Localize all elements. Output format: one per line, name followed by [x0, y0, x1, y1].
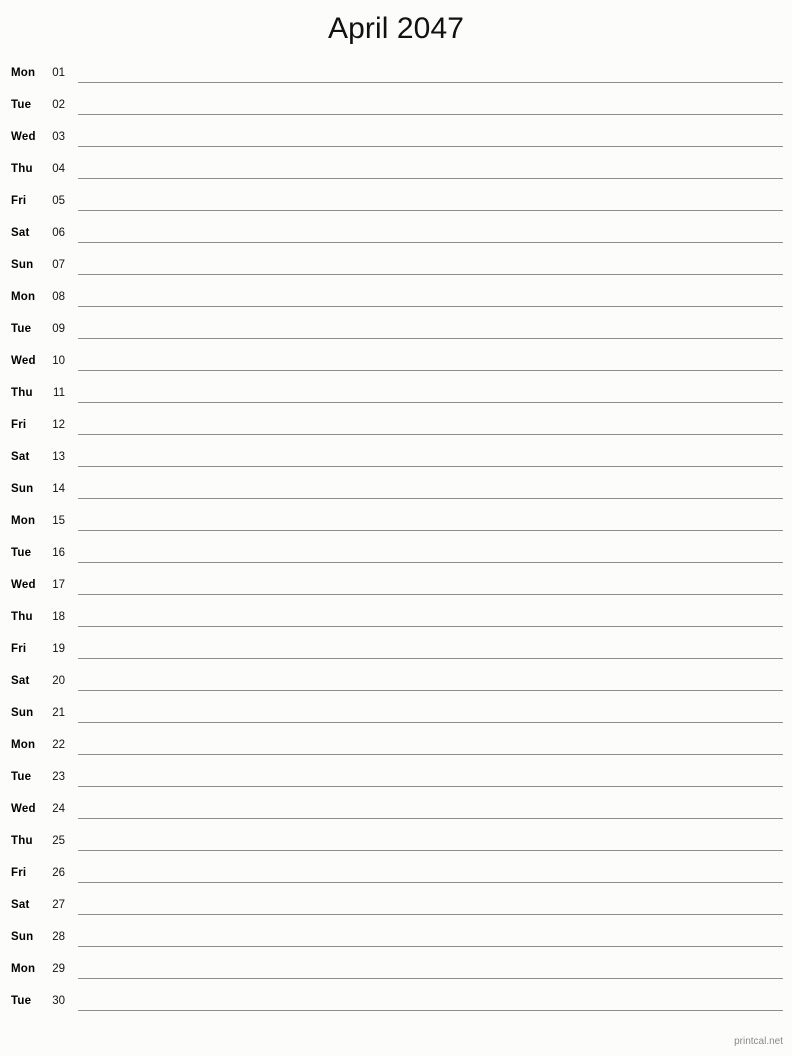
- day-writing-line[interactable]: [78, 434, 783, 435]
- day-row-list: Mon 01 Tue 02 Wed 03 Thu 04 Fri 05 Sat 06 Sun 07 Mon 08…: [0, 60, 792, 1020]
- day-row: Tue 02: [0, 92, 792, 124]
- day-number-label: 30: [52, 995, 65, 1007]
- day-number-label: 26: [52, 867, 65, 879]
- day-number-label: 13: [52, 451, 65, 463]
- day-number-label: 18: [52, 611, 65, 623]
- day-number-label: 11: [53, 387, 65, 399]
- day-number-label: 07: [52, 259, 65, 271]
- day-row: Wed 17: [0, 572, 792, 604]
- day-row: Thu 18: [0, 604, 792, 636]
- day-writing-line[interactable]: [78, 306, 783, 307]
- day-row: Sun 21: [0, 700, 792, 732]
- calendar-page: April 2047 Mon 01 Tue 02 Wed 03 Thu 04 Fri 05 Sat 0…: [0, 0, 792, 1056]
- day-number-label: 02: [52, 99, 65, 111]
- day-number-label: 23: [52, 771, 65, 783]
- day-writing-line[interactable]: [78, 402, 783, 403]
- day-writing-line[interactable]: [78, 754, 783, 755]
- day-row: Fri 19: [0, 636, 792, 668]
- day-writing-line[interactable]: [78, 786, 783, 787]
- day-row: Tue 30: [0, 988, 792, 1020]
- day-row: Sun 28: [0, 924, 792, 956]
- day-number-label: 03: [52, 131, 65, 143]
- day-writing-line[interactable]: [78, 594, 783, 595]
- day-row: Tue 09: [0, 316, 792, 348]
- day-number-label: 15: [52, 515, 65, 527]
- day-row: Mon 29: [0, 956, 792, 988]
- day-writing-line[interactable]: [78, 626, 783, 627]
- day-row: Fri 05: [0, 188, 792, 220]
- day-writing-line[interactable]: [78, 466, 783, 467]
- day-number-label: 25: [52, 835, 65, 847]
- day-row: Sun 07: [0, 252, 792, 284]
- day-number-label: 29: [52, 963, 65, 975]
- day-number-label: 12: [52, 419, 65, 431]
- day-writing-line[interactable]: [78, 146, 783, 147]
- day-writing-line[interactable]: [78, 658, 783, 659]
- day-writing-line[interactable]: [78, 722, 783, 723]
- day-row: Thu 04: [0, 156, 792, 188]
- day-number-label: 14: [52, 483, 65, 495]
- day-number-label: 17: [52, 579, 65, 591]
- day-row: Mon 08: [0, 284, 792, 316]
- day-writing-line[interactable]: [78, 562, 783, 563]
- day-writing-line[interactable]: [78, 274, 783, 275]
- day-row: Mon 15: [0, 508, 792, 540]
- day-writing-line[interactable]: [78, 850, 783, 851]
- day-number-label: 16: [52, 547, 65, 559]
- day-number-label: 24: [52, 803, 65, 815]
- day-number-label: 21: [52, 707, 65, 719]
- day-writing-line[interactable]: [78, 914, 783, 915]
- day-writing-line[interactable]: [78, 178, 783, 179]
- day-writing-line[interactable]: [78, 82, 783, 83]
- day-writing-line[interactable]: [78, 690, 783, 691]
- day-writing-line[interactable]: [78, 370, 783, 371]
- day-number-label: 01: [52, 67, 65, 79]
- day-writing-line[interactable]: [78, 530, 783, 531]
- day-row: Mon 01: [0, 60, 792, 92]
- day-number-label: 20: [52, 675, 65, 687]
- footer-attribution: printcal.net: [734, 1036, 783, 1047]
- day-row: Sun 14: [0, 476, 792, 508]
- day-writing-line[interactable]: [78, 818, 783, 819]
- day-row: Tue 16: [0, 540, 792, 572]
- day-writing-line[interactable]: [78, 1010, 783, 1011]
- day-row: Fri 26: [0, 860, 792, 892]
- day-number-label: 28: [52, 931, 65, 943]
- day-number-label: 22: [52, 739, 65, 751]
- day-number-label: 08: [52, 291, 65, 303]
- day-writing-line[interactable]: [78, 498, 783, 499]
- day-writing-line[interactable]: [78, 210, 783, 211]
- day-number-label: 19: [52, 643, 65, 655]
- day-row: Thu 25: [0, 828, 792, 860]
- page-title: April 2047: [327, 12, 465, 45]
- day-row: Wed 24: [0, 796, 792, 828]
- day-row: Tue 23: [0, 764, 792, 796]
- day-row: Sat 20: [0, 668, 792, 700]
- day-row: Fri 12: [0, 412, 792, 444]
- day-number-label: 27: [52, 899, 65, 911]
- day-number-label: 09: [52, 323, 65, 335]
- day-writing-line[interactable]: [78, 946, 783, 947]
- day-writing-line[interactable]: [78, 242, 783, 243]
- day-row: Sat 13: [0, 444, 792, 476]
- day-row: Thu 11: [0, 380, 792, 412]
- day-row: Mon 22: [0, 732, 792, 764]
- day-number-label: 05: [52, 195, 65, 207]
- day-row: Wed 10: [0, 348, 792, 380]
- day-number-label: 04: [52, 163, 65, 175]
- day-writing-line[interactable]: [78, 882, 783, 883]
- day-writing-line[interactable]: [78, 978, 783, 979]
- day-row: Wed 03: [0, 124, 792, 156]
- day-writing-line[interactable]: [78, 338, 783, 339]
- day-number-label: 06: [52, 227, 65, 239]
- day-number-label: 10: [52, 355, 65, 367]
- day-row: Sat 06: [0, 220, 792, 252]
- day-writing-line[interactable]: [78, 114, 783, 115]
- day-row: Sat 27: [0, 892, 792, 924]
